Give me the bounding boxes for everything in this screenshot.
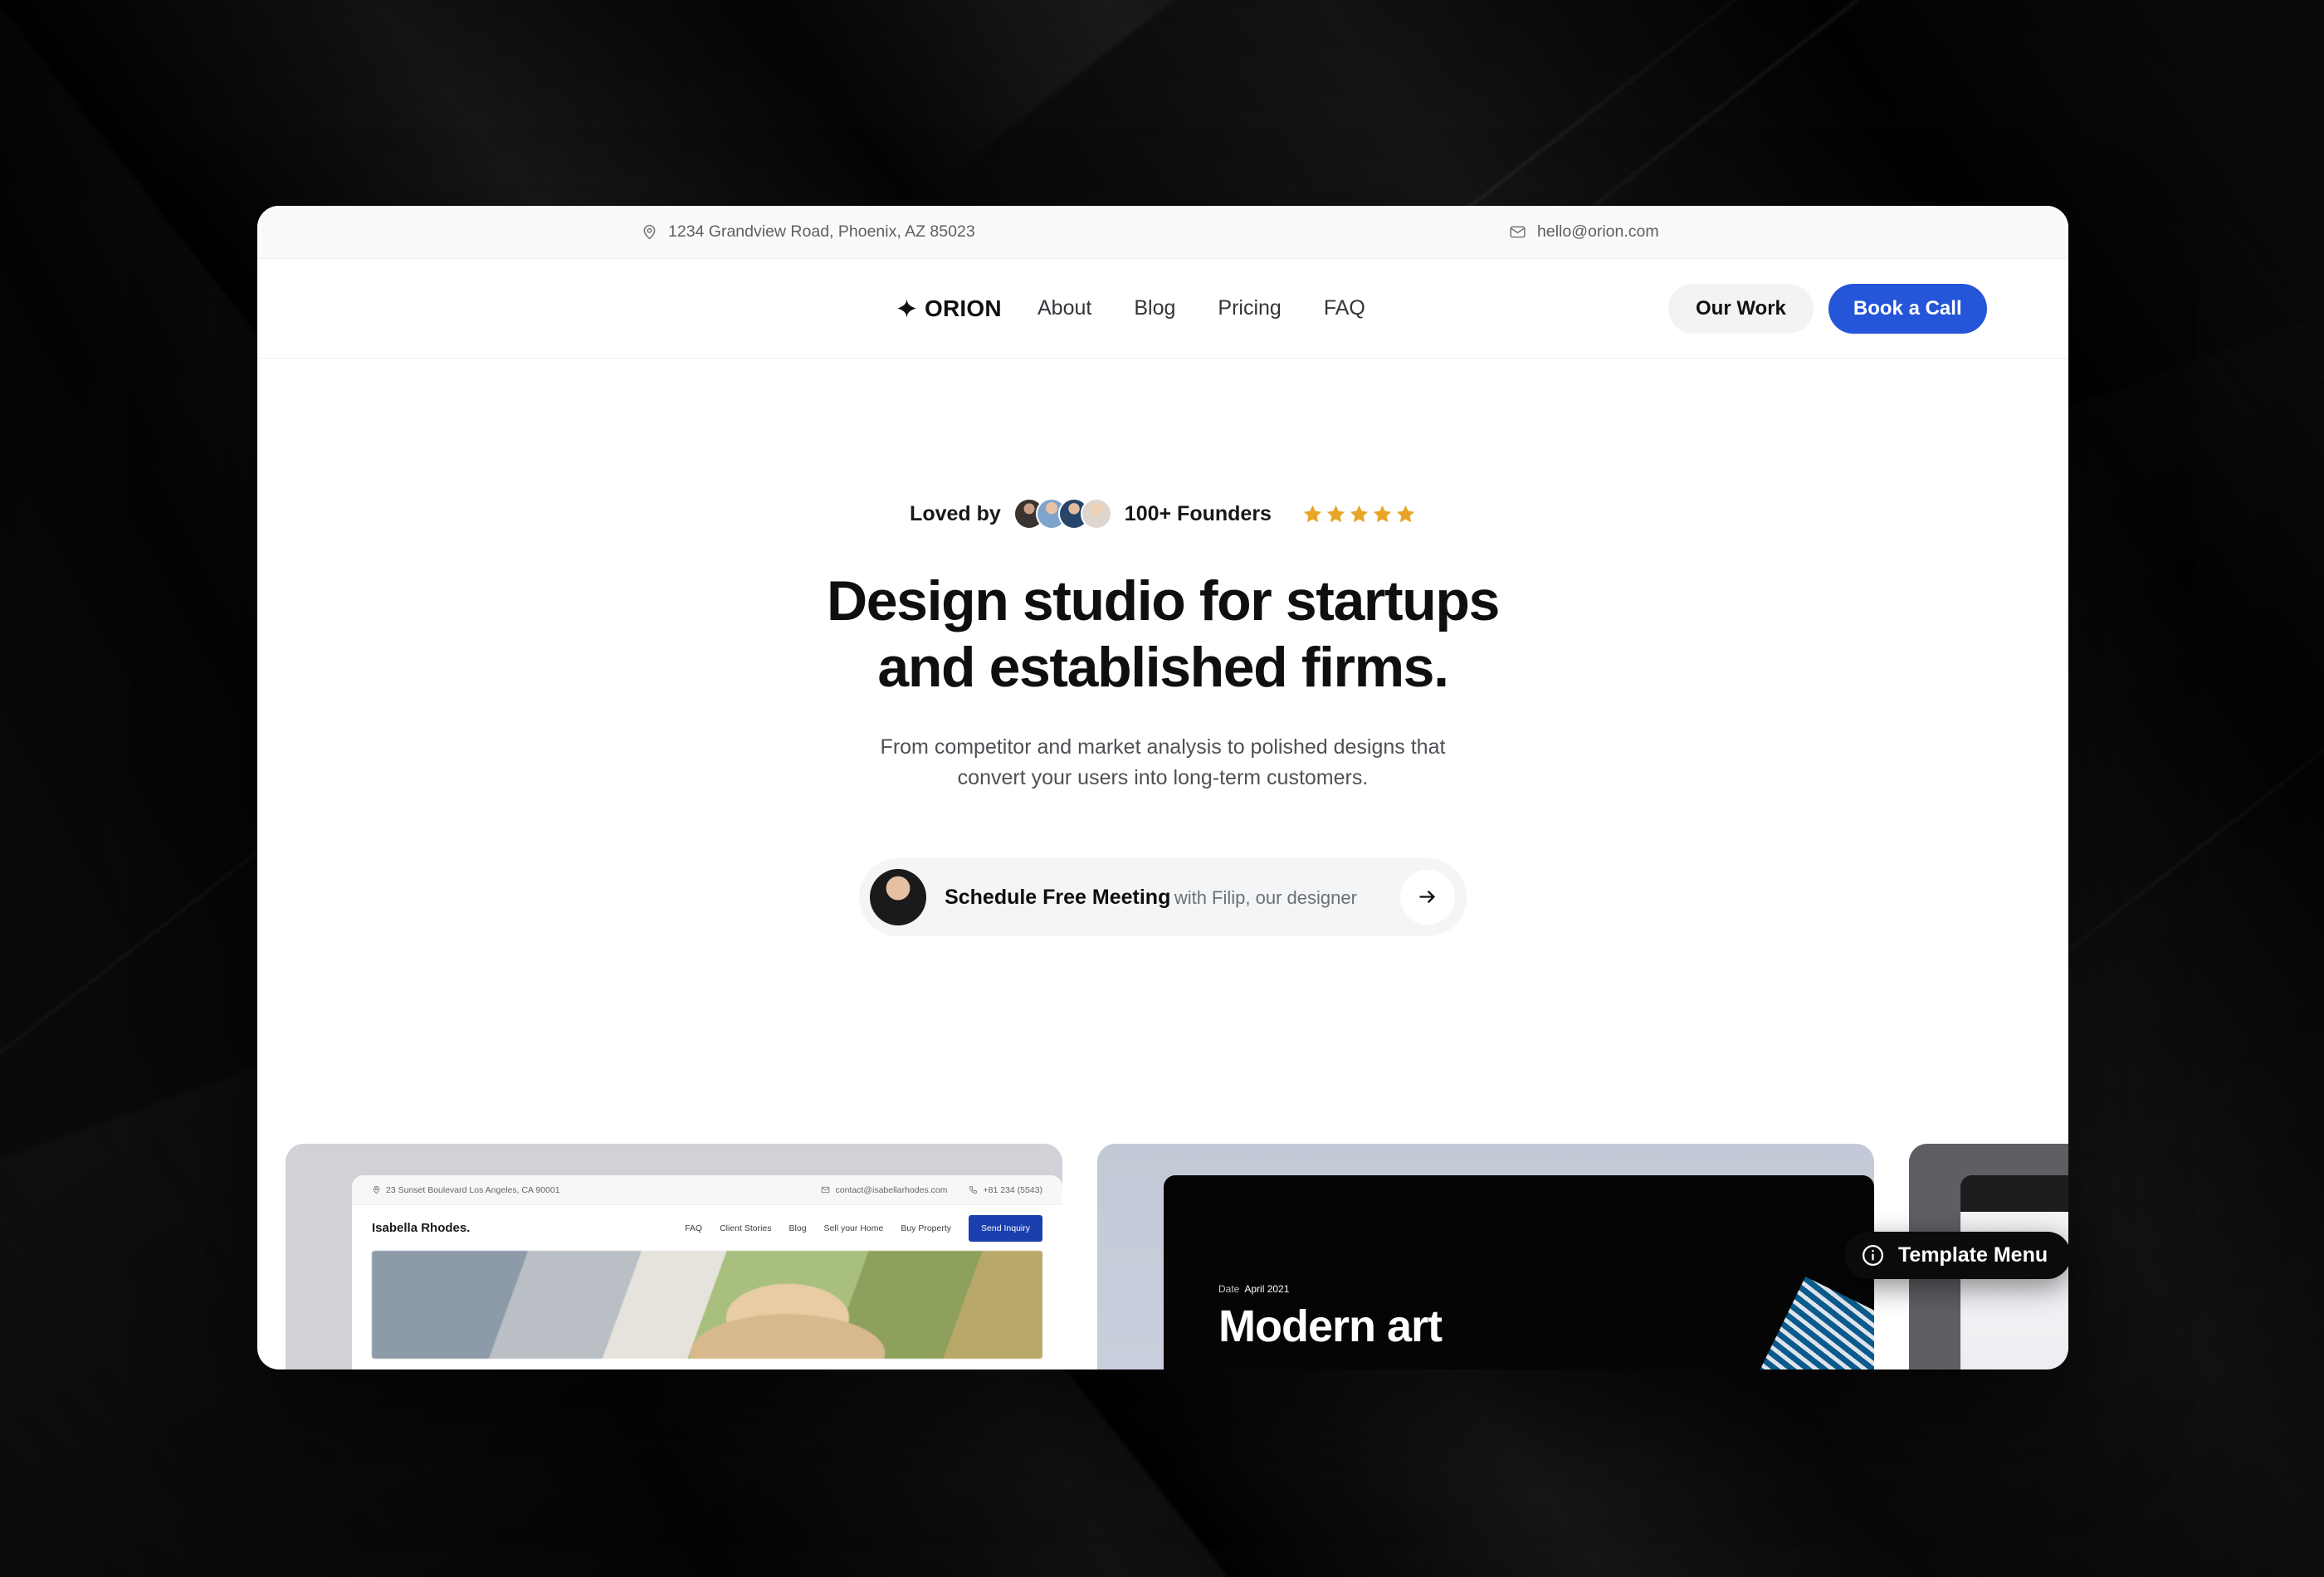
designer-avatar (870, 868, 927, 925)
modern-art-mini-site: Date April 2021 Modern art (1164, 1175, 1874, 1370)
third-mini-header (1960, 1175, 2068, 1212)
brand-logo[interactable]: ORION (896, 295, 1002, 322)
cta-title: Schedule Free Meeting (945, 885, 1171, 909)
star-icon (1373, 505, 1391, 522)
cta-subtitle: with Filip, our designer (1174, 886, 1357, 908)
realtor-link-faq[interactable]: FAQ (685, 1223, 702, 1233)
realtor-link-blog[interactable]: Blog (789, 1223, 807, 1233)
modern-art-shape (1555, 1208, 1874, 1370)
realtor-contacts: contact@isabellarhodes.com +81 234 (5543… (821, 1185, 1042, 1195)
social-proof-badge: Loved by 100+ Founders (910, 498, 1416, 530)
realtor-link-buy-property[interactable]: Buy Property (901, 1223, 951, 1233)
utility-address: 1234 Grandview Road, Phoenix, AZ 85023 (641, 222, 975, 242)
realtor-address: 23 Sunset Boulevard Los Angeles, CA 9000… (372, 1185, 560, 1195)
cta-arrow-button[interactable] (1399, 869, 1455, 925)
star-rating (1302, 504, 1416, 525)
avatar (1080, 498, 1112, 530)
nav-link-faq[interactable]: FAQ (1324, 296, 1365, 320)
realtor-brand: Isabella Rhodes. (372, 1221, 471, 1235)
realtor-utility-bar: 23 Sunset Boulevard Los Angeles, CA 9000… (352, 1175, 1062, 1205)
brand-name: ORION (925, 295, 1002, 321)
subtitle-line-1: From competitor and market analysis to p… (880, 735, 1446, 759)
realtor-email-text: contact@isabellarhodes.com (835, 1184, 948, 1195)
showcase-card-modern-art[interactable]: Date April 2021 Modern art (1097, 1144, 1874, 1370)
hero-section: Loved by 100+ Founders Design studio for… (257, 359, 2068, 936)
map-pin-icon (643, 224, 656, 240)
modern-art-date: Date April 2021 (1218, 1283, 1289, 1295)
realtor-mini-site: 23 Sunset Boulevard Los Angeles, CA 9000… (352, 1175, 1062, 1370)
nav-actions: Our Work Book a Call (1668, 283, 1987, 334)
cta-text-block: Schedule Free Meeting with Filip, our de… (945, 884, 1382, 911)
modern-art-date-label: Date (1218, 1283, 1240, 1295)
realtor-navbar: Isabella Rhodes. FAQ Client Stories Blog… (352, 1205, 1062, 1251)
headline-line-2: and established firms. (877, 635, 1449, 699)
showcase-strip: 23 Sunset Boulevard Los Angeles, CA 9000… (257, 1144, 2068, 1370)
website-preview-panel: 1234 Grandview Road, Phoenix, AZ 85023 h… (257, 206, 2068, 1370)
social-proof-prefix: Loved by (910, 501, 1001, 525)
utility-email-text: hello@orion.com (1537, 222, 1659, 241)
social-proof-count: 100+ Founders (1124, 501, 1272, 525)
realtor-phone-text: +81 234 (5543) (983, 1184, 1042, 1195)
template-menu-label: Template Menu (1898, 1243, 2048, 1267)
phone-icon (969, 1186, 978, 1194)
realtor-phone: +81 234 (5543) (969, 1185, 1042, 1195)
template-menu-button[interactable]: Template Menu (1844, 1232, 2072, 1279)
our-work-button[interactable]: Our Work (1668, 283, 1814, 334)
nav-links: About Blog Pricing FAQ (1038, 296, 1365, 320)
nav-link-pricing[interactable]: Pricing (1218, 296, 1281, 320)
mail-icon (1510, 226, 1526, 238)
modern-art-stripes (1696, 1277, 1874, 1370)
arrow-right-icon (1419, 891, 1436, 904)
info-circle-icon (1862, 1244, 1884, 1267)
realtor-link-client-stories[interactable]: Client Stories (720, 1223, 771, 1233)
realtor-link-sell-home[interactable]: Sell your Home (824, 1223, 884, 1233)
realtor-hero-photo (372, 1251, 1042, 1359)
page-title: Design studio for startups and establish… (257, 569, 2068, 701)
realtor-address-text: 23 Sunset Boulevard Los Angeles, CA 9000… (386, 1184, 560, 1195)
realtor-email: contact@isabellarhodes.com (821, 1185, 947, 1195)
utility-address-text: 1234 Grandview Road, Phoenix, AZ 85023 (668, 222, 975, 241)
nav-link-blog[interactable]: Blog (1134, 296, 1175, 320)
showcase-card-realtor[interactable]: 23 Sunset Boulevard Los Angeles, CA 9000… (286, 1144, 1062, 1370)
star-icon (1396, 505, 1414, 522)
avatar-group (1013, 498, 1112, 530)
headline-line-1: Design studio for startups (827, 569, 1500, 632)
subtitle-line-2: convert your users into long-term custom… (957, 765, 1369, 789)
star-icon (1350, 505, 1368, 522)
utility-bar: 1234 Grandview Road, Phoenix, AZ 85023 h… (257, 206, 2068, 259)
utility-email[interactable]: hello@orion.com (1509, 222, 1659, 242)
realtor-nav-links: FAQ Client Stories Blog Sell your Home B… (685, 1214, 1042, 1242)
map-pin-icon (373, 1185, 380, 1194)
nav-link-about[interactable]: About (1038, 296, 1091, 320)
star-icon (1326, 505, 1345, 522)
sparkle-icon (897, 299, 916, 318)
realtor-send-inquiry-button[interactable]: Send Inquiry (969, 1214, 1042, 1242)
mail-icon (822, 1186, 830, 1194)
modern-art-date-value: April 2021 (1244, 1283, 1290, 1295)
main-navbar: ORION About Blog Pricing FAQ Our Work Bo… (257, 259, 2068, 359)
star-icon (1303, 505, 1321, 522)
book-a-call-button[interactable]: Book a Call (1828, 283, 1987, 334)
modern-art-title: Modern art (1218, 1301, 1443, 1351)
schedule-meeting-cta[interactable]: Schedule Free Meeting with Filip, our de… (859, 857, 1467, 936)
hero-subtitle: From competitor and market analysis to p… (257, 732, 2068, 793)
